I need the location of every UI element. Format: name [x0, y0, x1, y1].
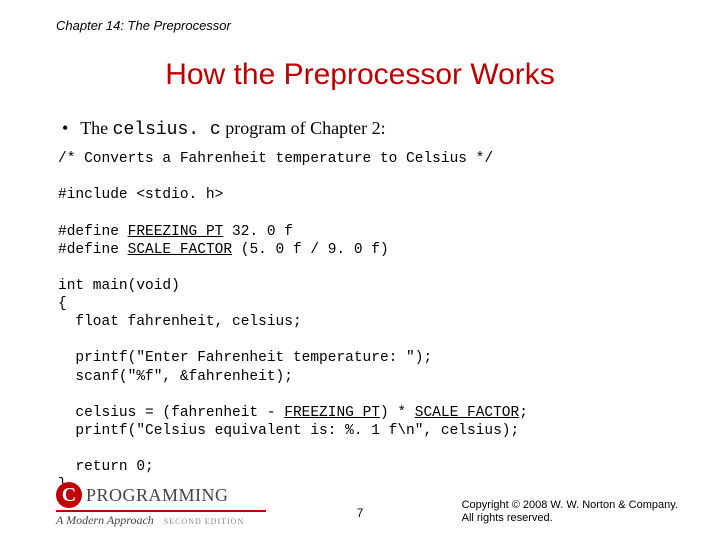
logo-word: PROGRAMMING [86, 485, 229, 506]
code-macro: FREEZING_PT [284, 405, 380, 421]
logo-top-row: C PROGRAMMING [56, 482, 266, 508]
code-line: celsius = (fahrenheit - [58, 405, 284, 421]
bullet-text-post: program of Chapter 2: [221, 118, 386, 138]
logo-c-icon: C [56, 482, 82, 508]
code-line: ) * [380, 405, 415, 421]
code-line: 32. 0 f [223, 224, 293, 240]
code-line: ; [519, 405, 528, 421]
code-line: /* Converts a Fahrenheit temperature to … [58, 151, 493, 167]
code-line: scanf("%f", &fahrenheit); [58, 369, 293, 385]
bullet-text-pre: The [80, 118, 112, 138]
bullet-marker: • [62, 118, 76, 139]
code-line: (5. 0 f / 9. 0 f) [232, 242, 389, 258]
copyright-line: Copyright © 2008 W. W. Norton & Company. [462, 499, 678, 513]
bullet-text-code: celsius. c [113, 120, 221, 140]
code-macro: FREEZING_PT [128, 224, 224, 240]
slide-title: How the Preprocessor Works [0, 58, 720, 92]
code-macro: SCALE_FACTOR [128, 242, 232, 258]
copyright: Copyright © 2008 W. W. Norton & Company.… [462, 499, 678, 527]
book-logo: C PROGRAMMING A Modern Approach SECOND E… [56, 482, 266, 528]
code-line: printf("Enter Fahrenheit temperature: ")… [58, 350, 432, 366]
code-line: #define [58, 224, 128, 240]
code-block: /* Converts a Fahrenheit temperature to … [58, 150, 680, 494]
code-line: return 0; [58, 459, 154, 475]
code-line: { [58, 296, 67, 312]
code-line: int main(void) [58, 278, 180, 294]
code-line: #define [58, 242, 128, 258]
bullet-item: • The celsius. c program of Chapter 2: [62, 118, 386, 140]
copyright-line: All rights reserved. [462, 512, 678, 526]
code-line: float fahrenheit, celsius; [58, 314, 302, 330]
code-macro: SCALE_FACTOR [415, 405, 519, 421]
chapter-label: Chapter 14: The Preprocessor [56, 18, 231, 33]
code-line: printf("Celsius equivalent is: %. 1 f\n"… [58, 423, 519, 439]
code-line: #include <stdio. h> [58, 187, 223, 203]
